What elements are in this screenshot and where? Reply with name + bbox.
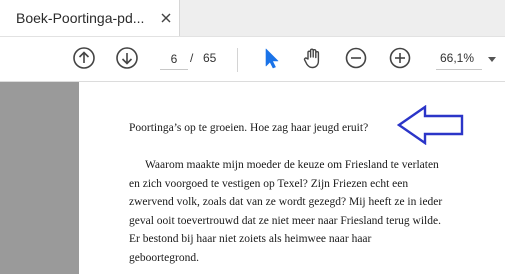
zoom-underline bbox=[436, 69, 482, 70]
paragraph-line: geboortegrond. bbox=[129, 251, 199, 264]
paragraph-line: Er bestond bij haar niet zoiets als heim… bbox=[129, 233, 372, 245]
page-paragraph: Waarom maakte mijn moeder de keuze om Fr… bbox=[129, 156, 479, 267]
tab-title: Boek-Poortinga-pd... bbox=[16, 10, 145, 26]
hand-tool-icon bbox=[301, 46, 325, 75]
page-text-heading: Poortinga’s op te groeien. Hoe zag haar … bbox=[129, 122, 369, 134]
paragraph-line: geval ooit toevertrouwd dat ze niet meer… bbox=[129, 214, 441, 227]
pdf-toolbar: / 65 bbox=[0, 36, 505, 82]
page-number-input[interactable] bbox=[160, 48, 188, 70]
select-tool-button[interactable] bbox=[256, 46, 284, 74]
pdf-page: Poortinga’s op te groeien. Hoe zag haar … bbox=[79, 82, 505, 274]
next-page-button[interactable] bbox=[113, 46, 141, 74]
total-pages: 65 bbox=[203, 51, 217, 65]
zoom-select[interactable]: 66,1% bbox=[432, 48, 498, 70]
document-viewport[interactable]: Poortinga’s op te groeien. Hoe zag haar … bbox=[0, 82, 505, 274]
paragraph-line: en zich voorgoed te vestigen op Texel? Z… bbox=[129, 177, 409, 190]
page-separator: / bbox=[190, 51, 194, 65]
zoom-in-button[interactable] bbox=[386, 46, 414, 74]
tab-document[interactable]: Boek-Poortinga-pd... bbox=[0, 0, 180, 36]
hand-tool-button[interactable] bbox=[299, 46, 327, 74]
zoom-value: 66,1% bbox=[440, 51, 475, 65]
paragraph-line: Waarom maakte mijn moeder de keuze om Fr… bbox=[145, 159, 439, 171]
arrow-up-circle-icon bbox=[72, 46, 96, 75]
previous-page-button[interactable] bbox=[70, 46, 98, 74]
arrow-down-circle-icon bbox=[115, 46, 139, 75]
plus-circle-icon bbox=[388, 46, 412, 75]
toolbar-divider bbox=[237, 48, 238, 72]
close-icon[interactable] bbox=[158, 10, 174, 26]
tab-strip: Boek-Poortinga-pd... bbox=[0, 0, 505, 36]
annotation-arrow-icon bbox=[396, 104, 465, 146]
minus-circle-icon bbox=[344, 46, 368, 75]
paragraph-line: zwervend volk, zoals dat van ze wordt ge… bbox=[129, 196, 443, 208]
zoom-out-button[interactable] bbox=[342, 46, 370, 74]
chevron-down-icon bbox=[488, 57, 496, 62]
cursor-arrow-icon bbox=[258, 46, 282, 75]
